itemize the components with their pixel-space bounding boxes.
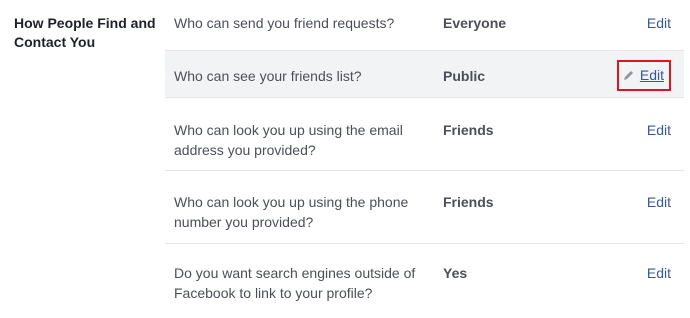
setting-question: Who can send you friend requests? xyxy=(174,15,395,31)
section-title: How People Find and Contact You xyxy=(14,15,156,50)
setting-question: Who can see your friends list? xyxy=(174,68,362,84)
edit-button-highlighted[interactable]: Edit xyxy=(616,60,671,91)
edit-button[interactable]: Edit xyxy=(647,263,671,283)
settings-row-email-lookup: Who can look you up using the email addr… xyxy=(165,98,684,171)
setting-value: Yes xyxy=(443,265,468,281)
edit-link[interactable]: Edit xyxy=(640,65,664,85)
pencil-icon xyxy=(623,70,634,81)
settings-row-phone-lookup: Who can look you up using the phone numb… xyxy=(165,171,684,244)
edit-button[interactable]: Edit xyxy=(647,120,671,140)
edit-link[interactable]: Edit xyxy=(647,265,671,281)
edit-link[interactable]: Edit xyxy=(647,15,671,31)
setting-question: Do you want search engines outside of Fa… xyxy=(174,265,416,301)
edit-link[interactable]: Edit xyxy=(647,122,671,138)
edit-link[interactable]: Edit xyxy=(647,194,671,210)
settings-list: Who can send you friend requests? Everyo… xyxy=(165,0,684,318)
settings-row-search-engines: Do you want search engines outside of Fa… xyxy=(165,244,684,318)
setting-question: Who can look you up using the email addr… xyxy=(174,122,403,158)
setting-question: Who can look you up using the phone numb… xyxy=(174,194,409,230)
setting-value: Everyone xyxy=(443,15,507,31)
setting-value: Public xyxy=(443,68,486,84)
edit-button[interactable]: Edit xyxy=(647,192,671,212)
settings-row-friends-list: Who can see your friends list? Public Ed… xyxy=(165,51,684,98)
settings-row-friend-requests: Who can send you friend requests? Everyo… xyxy=(165,0,684,51)
setting-value: Friends xyxy=(443,122,494,138)
edit-button[interactable]: Edit xyxy=(647,13,671,33)
setting-value: Friends xyxy=(443,194,494,210)
